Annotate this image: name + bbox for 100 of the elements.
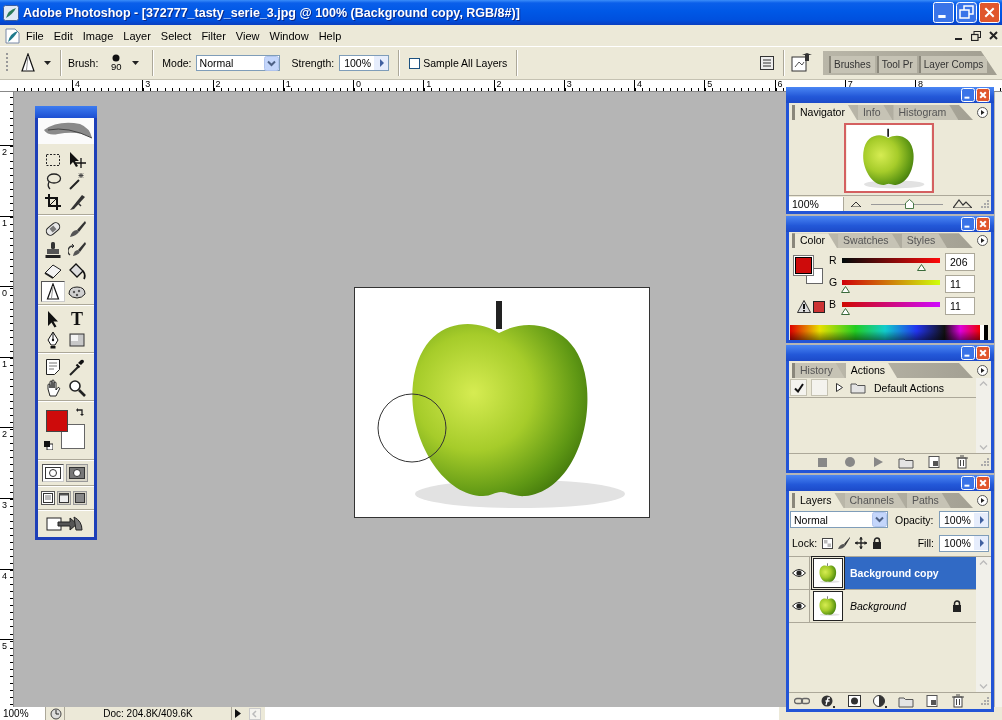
cone-icon[interactable]	[20, 53, 36, 73]
color-spectrum[interactable]	[790, 325, 988, 340]
triangle-right-icon[interactable]	[235, 709, 241, 718]
grip-icon[interactable]	[6, 52, 9, 74]
foreground-color-swatch[interactable]	[46, 410, 68, 432]
panel-tab[interactable]: Navigator	[795, 105, 857, 120]
trash-icon[interactable]	[951, 694, 965, 708]
screen-mode-button[interactable]	[73, 491, 87, 505]
resize-grip-icon[interactable]	[980, 457, 990, 467]
opacity-field[interactable]: 100%	[939, 511, 989, 528]
f-circle-icon[interactable]	[821, 694, 835, 708]
small-mountain-icon[interactable]	[851, 200, 861, 207]
action-set-name[interactable]: Default Actions	[874, 381, 945, 394]
folder-icon[interactable]	[898, 455, 914, 469]
menu-item[interactable]: View	[230, 27, 265, 44]
palette-menu-icon[interactable]	[977, 235, 988, 247]
panel-tab[interactable]: Channels	[844, 493, 906, 508]
tool-button[interactable]	[41, 281, 65, 302]
layer-name[interactable]: Background copy	[845, 557, 976, 589]
palette-menu-icon[interactable]	[977, 107, 988, 118]
screen-mode-button[interactable]	[57, 491, 71, 505]
arrow-right-icon[interactable]	[377, 58, 385, 68]
mountains-icon[interactable]	[953, 199, 972, 208]
lock-icon[interactable]	[872, 537, 883, 549]
zoom-field[interactable]: 100%	[789, 196, 844, 211]
eye-icon[interactable]	[792, 601, 806, 611]
channel-value-field[interactable]: 206	[945, 253, 975, 272]
panel-tab[interactable]: Color	[795, 233, 838, 249]
default-colors-icon[interactable]	[44, 441, 53, 450]
palette-well-tab[interactable]: Tool Pr	[876, 56, 917, 73]
triangle-right-icon[interactable]	[836, 383, 843, 392]
zoom-field[interactable]: 100%	[0, 707, 46, 720]
vertical-scrollbar[interactable]	[995, 92, 1002, 707]
menu-item[interactable]: Filter	[196, 27, 231, 44]
document-arrow-icon[interactable]	[46, 514, 84, 531]
panel-tab[interactable]: Paths	[906, 493, 951, 508]
horizontal-scrollbar[interactable]	[265, 707, 779, 720]
panel-tab[interactable]: History	[795, 363, 845, 378]
layer-name[interactable]: Background	[845, 590, 976, 622]
panel-tab[interactable]: Info	[857, 105, 893, 120]
checker-square-icon[interactable]	[822, 537, 834, 549]
palette-menu-icon[interactable]	[977, 495, 988, 506]
gamut-swatch-icon[interactable]	[813, 301, 825, 314]
panel-tab[interactable]: Swatches	[838, 233, 901, 249]
foreground-color-swatch[interactable]	[795, 257, 812, 275]
caret-icon[interactable]	[44, 61, 51, 65]
checkbox[interactable]	[409, 57, 421, 69]
fill-field[interactable]: 100%	[939, 534, 989, 552]
menu-item[interactable]: Layer	[118, 27, 156, 44]
menu-item[interactable]: Help	[313, 27, 347, 44]
stop-icon[interactable]	[817, 457, 827, 467]
arrow-right-icon[interactable]	[977, 538, 985, 548]
menu-item[interactable]: Image	[77, 27, 119, 44]
list-icon[interactable]	[760, 56, 774, 70]
document-feather-icon[interactable]	[4, 27, 20, 44]
channel-value-field[interactable]: 11	[945, 275, 975, 294]
blend-mode-dropdown[interactable]: Normal	[790, 511, 888, 528]
mode-button[interactable]	[66, 464, 88, 482]
slider-thumb-icon[interactable]	[841, 286, 851, 294]
move-arrows-icon[interactable]	[855, 537, 868, 549]
palette-menu-icon[interactable]	[977, 365, 988, 376]
brush-picker[interactable]: 90	[106, 54, 127, 72]
strength-field[interactable]: 100%	[339, 55, 390, 71]
clock-icon[interactable]	[50, 707, 62, 720]
panel-tab[interactable]: Actions	[845, 363, 898, 378]
slider-thumb-icon[interactable]	[904, 198, 914, 209]
record-icon[interactable]	[845, 457, 855, 467]
panel-tab[interactable]: Histogram	[893, 105, 959, 120]
close-icon[interactable]	[989, 31, 998, 40]
caret-icon[interactable]	[132, 61, 140, 65]
mode-dropdown[interactable]: Normal	[195, 55, 280, 71]
warning-triangle-icon[interactable]	[797, 300, 811, 314]
slider-thumb-icon[interactable]	[916, 264, 926, 272]
new-layer-icon[interactable]	[925, 694, 939, 708]
arrow-right-icon[interactable]	[977, 514, 985, 525]
brush-icon[interactable]	[838, 537, 851, 549]
restore-icon[interactable]	[971, 30, 981, 41]
eye-icon[interactable]	[792, 568, 806, 578]
panel-tab[interactable]: Layers	[795, 493, 844, 508]
link-icon[interactable]	[794, 697, 810, 705]
panel-tab[interactable]: Styles	[901, 233, 948, 249]
resize-grip-icon[interactable]	[980, 198, 990, 209]
swap-arrow-icon[interactable]	[76, 407, 85, 416]
trash-icon[interactable]	[955, 455, 969, 469]
feather-logo-icon[interactable]	[38, 118, 94, 144]
toggle-checkbox[interactable]	[790, 379, 807, 396]
new-page-icon[interactable]	[927, 455, 941, 469]
dialog-toggle[interactable]	[811, 379, 828, 396]
palette-well-tab[interactable]: Brushes	[829, 56, 875, 73]
menu-item[interactable]: Edit	[48, 27, 78, 44]
palette-well-tab[interactable]: Layer Comps	[918, 56, 988, 73]
screen-mode-button[interactable]	[41, 491, 55, 505]
menu-item[interactable]: Window	[264, 27, 314, 44]
document-arrow-icon[interactable]	[791, 53, 813, 73]
mask-icon[interactable]	[847, 695, 861, 707]
checkbox-label[interactable]: Sample All Layers	[423, 57, 508, 69]
resize-grip-icon[interactable]	[980, 696, 990, 706]
slider-thumb-icon[interactable]	[841, 308, 851, 316]
mode-button[interactable]	[42, 464, 64, 482]
menu-item[interactable]: Select	[155, 27, 197, 44]
